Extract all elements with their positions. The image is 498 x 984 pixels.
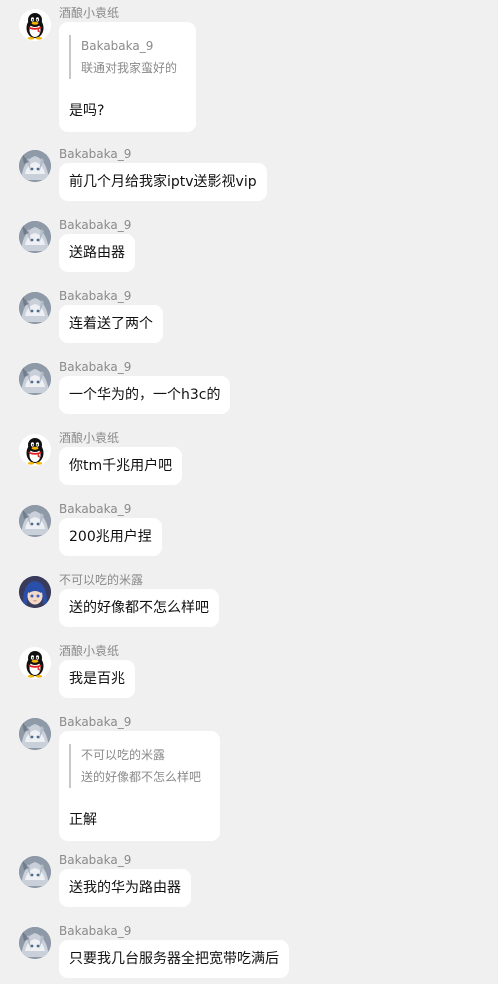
sender-name: 酒酿小袁纸 — [59, 644, 120, 658]
quote-block[interactable]: 不可以吃的米露 送的好像都不怎么样吧 — [69, 744, 210, 788]
anime-avatar-silver[interactable] — [19, 927, 51, 959]
quote-block[interactable]: Bakabaka_9 联通对我家蛮好的 — [69, 35, 186, 79]
anime-avatar-silver[interactable] — [19, 718, 51, 750]
message-text: 送我的华为路由器 — [69, 880, 181, 896]
anime-avatar-silver[interactable] — [19, 292, 51, 324]
anime-avatar-blue[interactable] — [19, 576, 51, 608]
anime-avatar-silver[interactable] — [19, 363, 51, 395]
message-text: 一个华为的，一个h3c的 — [69, 387, 221, 403]
message-bubble[interactable]: 送路由器 — [59, 234, 135, 272]
sender-name: 不可以吃的米露 — [59, 573, 144, 587]
message-text: 送的好像都不怎么样吧 — [69, 600, 209, 616]
message-text: 200兆用户捏 — [69, 529, 152, 545]
sender-name: Bakabaka_9 — [59, 502, 132, 516]
sender-name: Bakabaka_9 — [59, 289, 132, 303]
quote-text: 联通对我家蛮好的 — [81, 61, 178, 75]
qq-penguin-avatar[interactable] — [19, 434, 51, 466]
anime-avatar-silver[interactable] — [19, 150, 51, 182]
message-text: 是吗? — [69, 103, 105, 119]
message-bubble[interactable]: Bakabaka_9 联通对我家蛮好的 是吗? — [59, 22, 196, 132]
qq-penguin-avatar[interactable] — [19, 647, 51, 679]
message-text: 只要我几台服务器全把宽带吃满后 — [69, 951, 279, 967]
message-text: 正解 — [69, 812, 97, 828]
message-text: 前几个月给我家iptv送影视vip — [69, 174, 257, 190]
sender-name: Bakabaka_9 — [59, 218, 132, 232]
message-bubble[interactable]: 只要我几台服务器全把宽带吃满后 — [59, 940, 289, 978]
message-bubble[interactable]: 送的好像都不怎么样吧 — [59, 589, 219, 627]
message-bubble[interactable]: 送我的华为路由器 — [59, 869, 191, 907]
sender-name: Bakabaka_9 — [59, 853, 132, 867]
sender-name: 酒酿小袁纸 — [59, 431, 120, 445]
sender-name: Bakabaka_9 — [59, 360, 132, 374]
message-bubble[interactable]: 200兆用户捏 — [59, 518, 162, 556]
message-bubble[interactable]: 连着送了两个 — [59, 305, 163, 343]
sender-name: Bakabaka_9 — [59, 715, 132, 729]
message-text: 送路由器 — [69, 245, 125, 261]
anime-avatar-silver[interactable] — [19, 221, 51, 253]
sender-name: Bakabaka_9 — [59, 147, 132, 161]
message-bubble[interactable]: 一个华为的，一个h3c的 — [59, 376, 231, 414]
sender-name: Bakabaka_9 — [59, 924, 132, 938]
anime-avatar-silver[interactable] — [19, 505, 51, 537]
message-bubble[interactable]: 你tm千兆用户吧 — [59, 447, 183, 485]
sender-name: 酒酿小袁纸 — [59, 6, 120, 20]
qq-penguin-avatar[interactable] — [19, 9, 51, 41]
quote-author: 不可以吃的米露 — [81, 748, 166, 762]
quote-author: Bakabaka_9 — [81, 39, 154, 53]
message-bubble[interactable]: 前几个月给我家iptv送影视vip — [59, 163, 267, 201]
message-bubble[interactable]: 我是百兆 — [59, 660, 135, 698]
quote-text: 送的好像都不怎么样吧 — [81, 770, 202, 784]
message-text: 连着送了两个 — [69, 316, 153, 332]
message-bubble[interactable]: 不可以吃的米露 送的好像都不怎么样吧 正解 — [59, 731, 220, 841]
anime-avatar-silver[interactable] — [19, 856, 51, 888]
message-text: 我是百兆 — [69, 671, 125, 687]
message-text: 你tm千兆用户吧 — [69, 458, 173, 474]
